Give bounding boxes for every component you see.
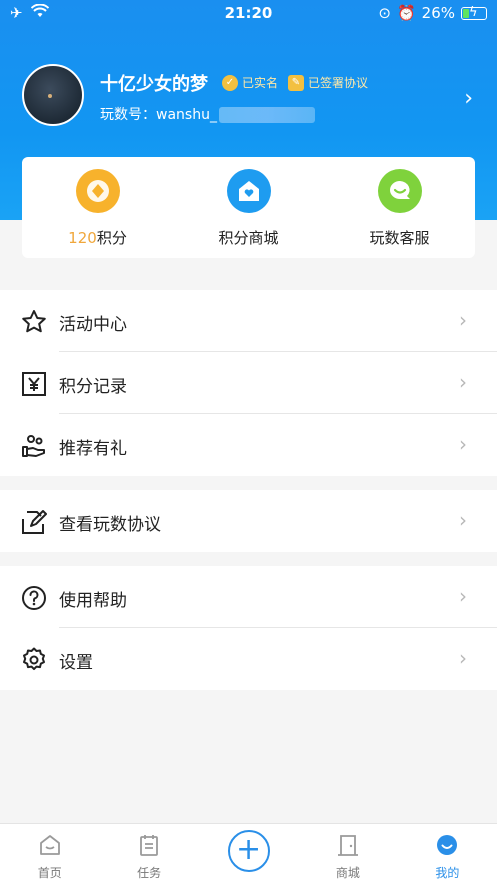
chevron-right-icon[interactable]: ›: [464, 86, 473, 111]
alarm-icon: ⏰: [396, 4, 416, 22]
quick-actions-card: 120积分 积分商城 玩数客服: [22, 157, 475, 258]
menu-label-settings: 设置: [59, 653, 93, 673]
chevron-right-icon: ›: [459, 432, 467, 456]
avatar[interactable]: [22, 64, 84, 126]
tab-label-mine: 我的: [435, 866, 460, 880]
tab-publish[interactable]: +: [199, 824, 298, 883]
chevron-right-icon: ›: [459, 508, 467, 532]
clipboard-icon: [140, 835, 159, 856]
yen-record-icon: [22, 372, 46, 396]
menu-label-activity: 活动中心: [59, 315, 127, 335]
menu-item-agreement[interactable]: 查看玩数协议 ›: [0, 490, 497, 552]
chevron-right-icon: ›: [459, 584, 467, 608]
status-bar: ✈ 21:20 ⊙ ⏰ 26% ϟ: [0, 0, 497, 26]
bottom-tab-bar: 首页 任务 + 商城 我的: [0, 823, 497, 883]
tab-mine[interactable]: 我的: [398, 824, 497, 883]
edit-document-icon: [22, 510, 47, 534]
mall-heart-icon: [226, 169, 271, 213]
smile-face-icon: [437, 835, 458, 855]
tab-label-tasks: 任务: [137, 866, 162, 880]
plus-icon: +: [227, 830, 270, 872]
gift-hand-icon: [22, 435, 45, 457]
account-id: 玩数号：wanshu_: [100, 104, 315, 124]
menu-item-activity[interactable]: 活动中心 ›: [0, 290, 497, 352]
points-label: 积分: [96, 229, 127, 247]
coin-icon: [75, 169, 120, 213]
chevron-right-icon: ›: [459, 308, 467, 332]
chevron-right-icon: ›: [459, 370, 467, 394]
star-icon: [22, 310, 46, 333]
menu-label-help: 使用帮助: [59, 591, 127, 611]
door-icon: [337, 835, 358, 856]
menu-item-referral[interactable]: 推荐有礼 ›: [0, 414, 497, 476]
menu-section-2: 查看玩数协议 ›: [0, 490, 497, 552]
menu-item-points-record[interactable]: 积分记录 ›: [0, 352, 497, 414]
orientation-lock-icon: ⊙: [378, 4, 391, 22]
menu-section-3: 使用帮助 › 设置 ›: [0, 566, 497, 690]
chat-smile-icon: [377, 169, 422, 213]
home-icon: [39, 835, 60, 855]
verified-icon: ✓: [222, 74, 238, 91]
nickname: 十亿少女的梦: [100, 74, 208, 95]
menu-item-help[interactable]: 使用帮助 ›: [0, 566, 497, 628]
account-id-blurred: [218, 107, 315, 123]
battery-percent: 26%: [421, 4, 455, 22]
menu-label-referral: 推荐有礼: [59, 439, 127, 459]
tab-label-mall: 商城: [335, 866, 360, 880]
points-item[interactable]: 120积分: [22, 157, 173, 258]
realname-badge: ✓ 已实名: [222, 74, 278, 91]
profile-header[interactable]: 十亿少女的梦 ✓ 已实名 ✎ 已签署协议 玩数号：wanshu_ ›: [22, 64, 477, 128]
menu-section-1: 活动中心 › 积分记录 › 推荐有礼 ›: [0, 290, 497, 476]
tab-label-home: 首页: [37, 866, 62, 880]
customer-service-label: 玩数客服: [369, 229, 430, 247]
gear-icon: [23, 647, 45, 671]
chevron-right-icon: ›: [459, 646, 467, 670]
question-circle-icon: [22, 586, 46, 610]
agreement-badge: ✎ 已签署协议: [288, 74, 368, 91]
battery-icon: ϟ: [461, 5, 487, 20]
points-value: 120: [68, 229, 97, 247]
customer-service-item[interactable]: 玩数客服: [324, 157, 475, 258]
menu-item-settings[interactable]: 设置 ›: [0, 628, 497, 690]
tab-tasks[interactable]: 任务: [99, 824, 198, 883]
tab-mall[interactable]: 商城: [298, 824, 397, 883]
menu-label-agreement: 查看玩数协议: [59, 515, 161, 535]
points-mall-item[interactable]: 积分商城: [173, 157, 324, 258]
points-mall-label: 积分商城: [218, 229, 279, 247]
document-badge-icon: ✎: [288, 74, 304, 91]
tab-home[interactable]: 首页: [0, 824, 99, 883]
menu-label-points-record: 积分记录: [59, 377, 127, 397]
